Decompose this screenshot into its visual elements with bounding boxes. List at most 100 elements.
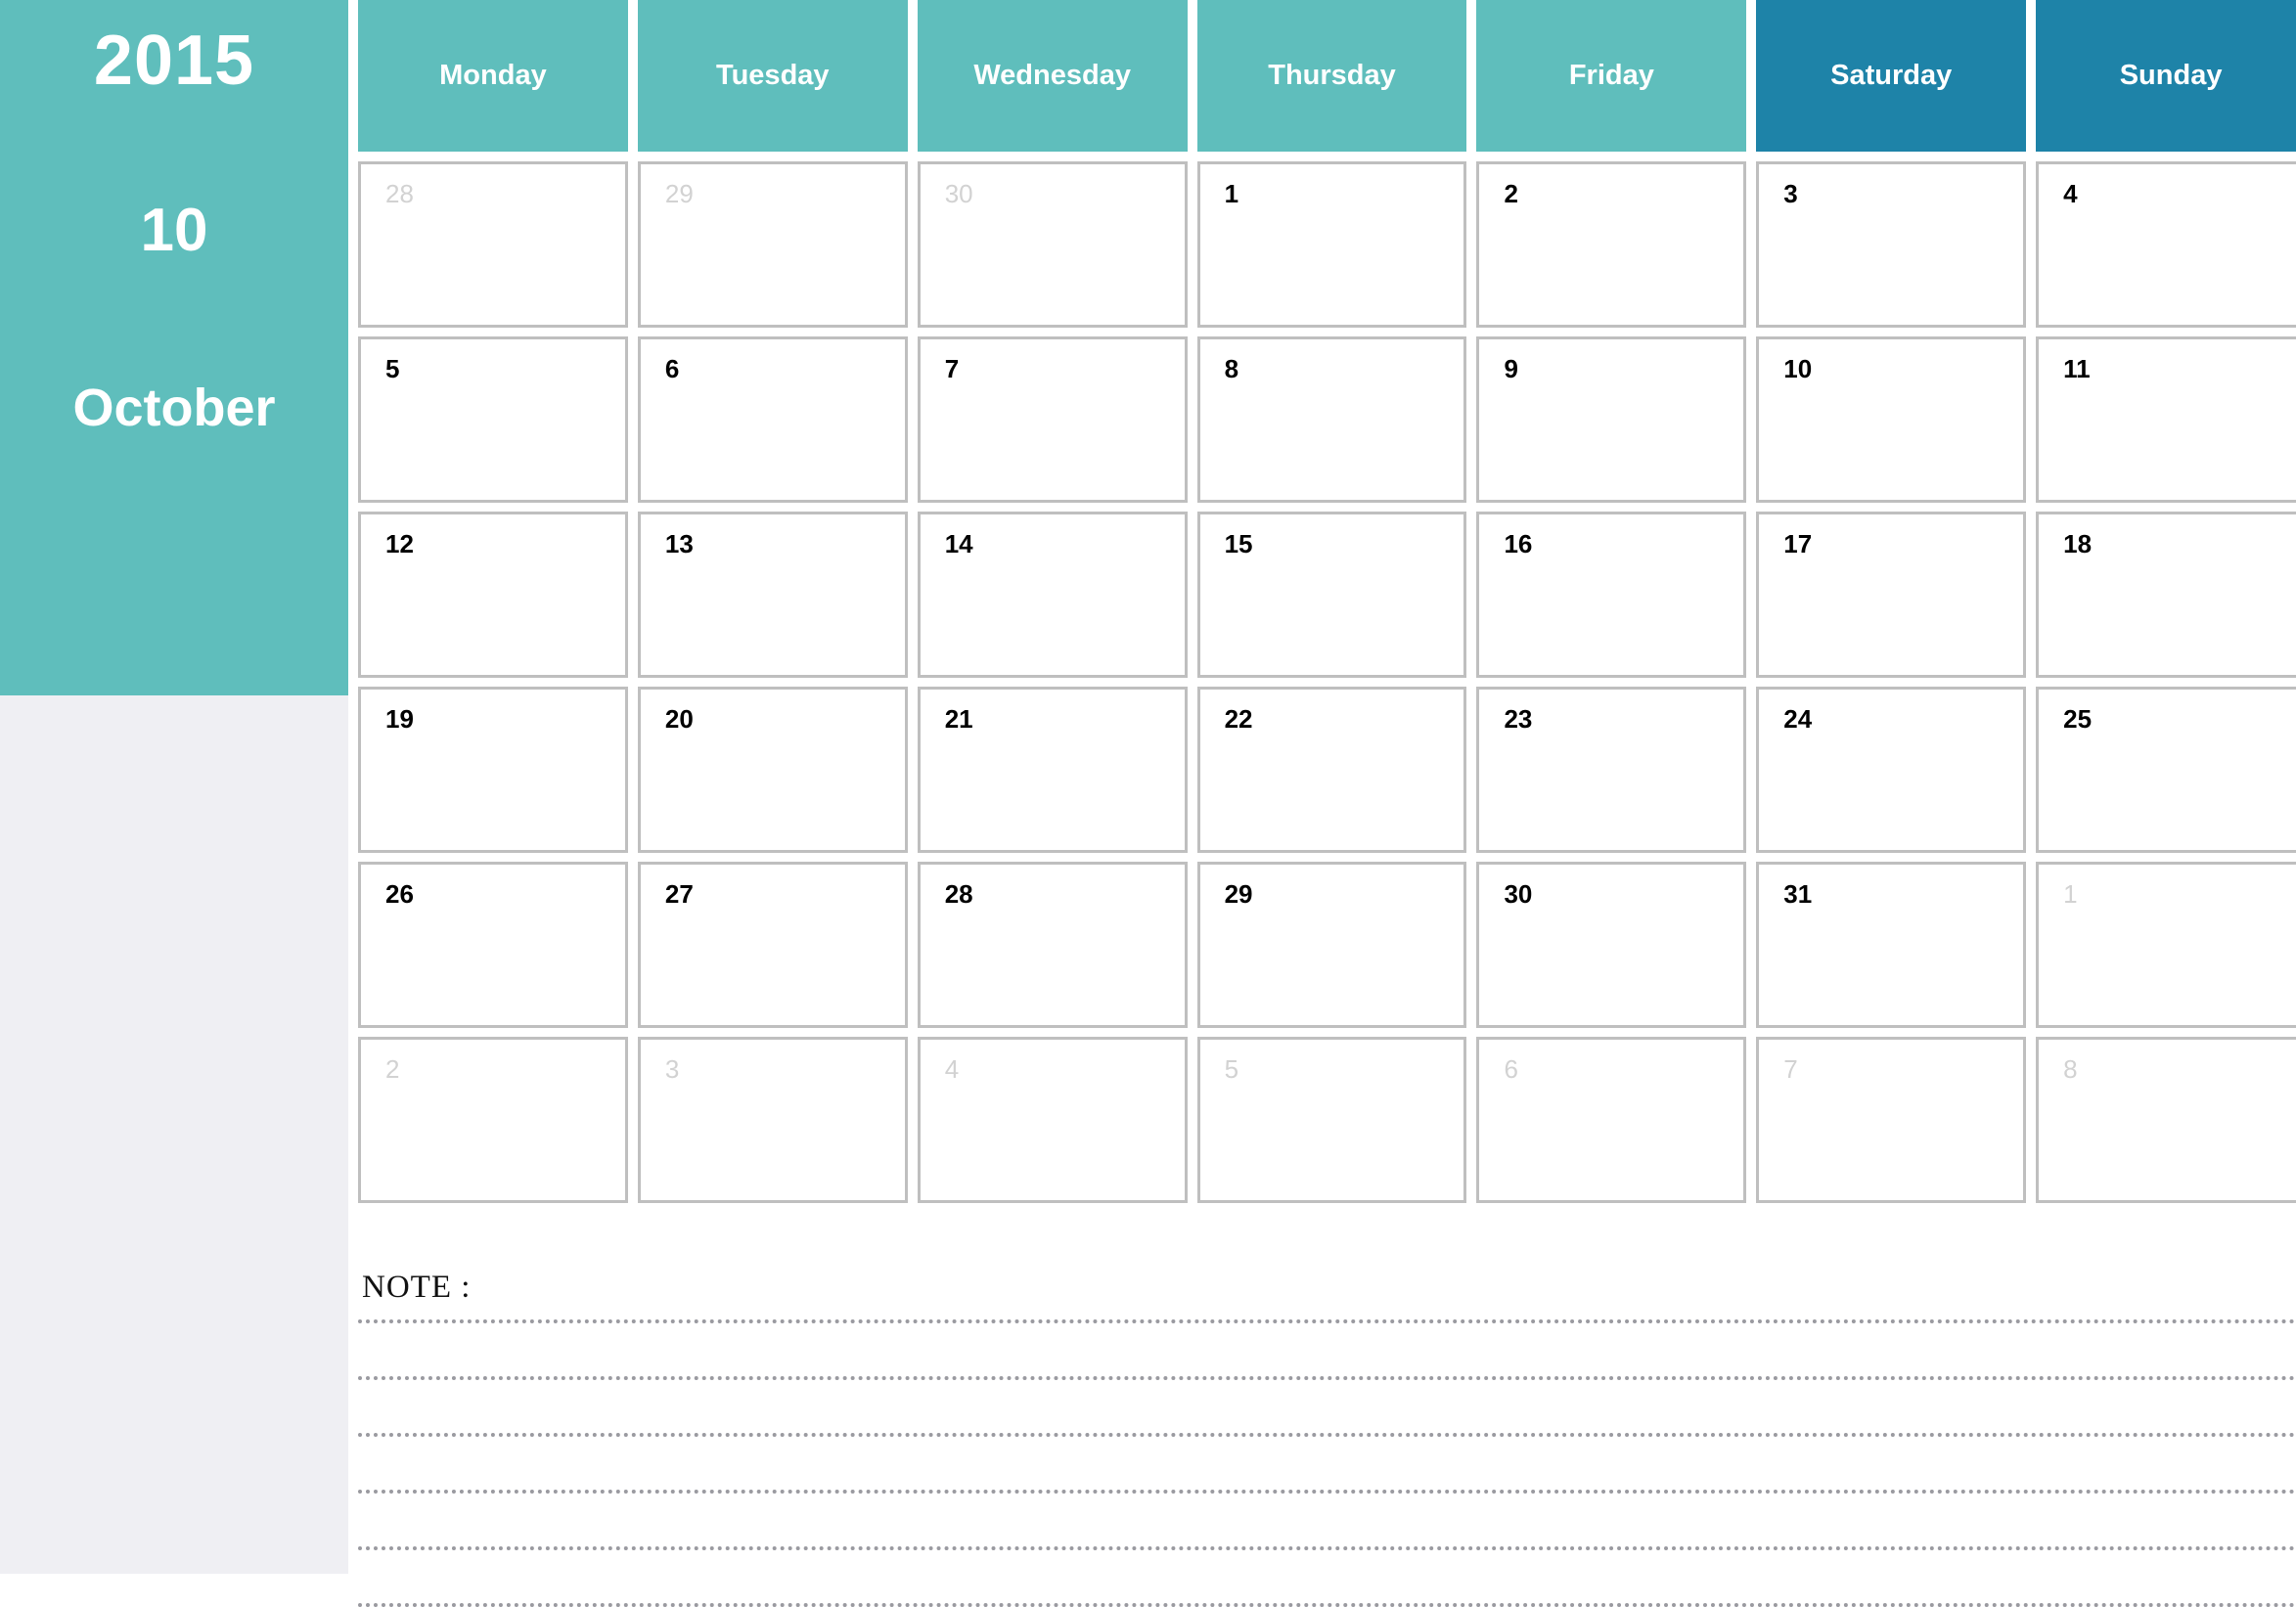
day-cell-outside-month[interactable]: 3 bbox=[637, 1037, 908, 1203]
day-cell[interactable]: 17 bbox=[1756, 512, 2027, 678]
day-number: 14 bbox=[944, 529, 973, 558]
day-number: 20 bbox=[664, 704, 694, 734]
day-cell-outside-month[interactable]: 1 bbox=[2036, 862, 2296, 1028]
day-cell[interactable]: 14 bbox=[917, 512, 1188, 678]
day-cell[interactable]: 23 bbox=[1476, 687, 1747, 853]
day-number: 30 bbox=[1504, 879, 1533, 909]
day-number: 29 bbox=[1224, 879, 1253, 909]
note-section: NOTE : bbox=[358, 1262, 2296, 1607]
day-cell[interactable]: 4 bbox=[2036, 161, 2296, 328]
calendar-grid: Monday Tuesday Wednesday Thursday Friday Satu… bbox=[358, 0, 2296, 1242]
day-number: 6 bbox=[1504, 1054, 1518, 1084]
week-row: 26 27 28 29 30 31 1 bbox=[358, 862, 2296, 1028]
note-line[interactable] bbox=[358, 1376, 2296, 1380]
weekday-header-tuesday: Tuesday bbox=[637, 0, 908, 152]
day-cell[interactable]: 2 bbox=[1476, 161, 1747, 328]
day-cell[interactable]: 29 bbox=[1196, 862, 1467, 1028]
day-number: 19 bbox=[385, 704, 414, 734]
day-cell[interactable]: 24 bbox=[1756, 687, 2027, 853]
day-number: 29 bbox=[664, 179, 694, 208]
day-number: 10 bbox=[1783, 354, 1813, 383]
day-number: 3 bbox=[1783, 179, 1798, 208]
day-cell[interactable]: 6 bbox=[637, 336, 908, 503]
week-row: 12 13 14 15 16 17 18 bbox=[358, 512, 2296, 678]
day-cell[interactable]: 20 bbox=[637, 687, 908, 853]
day-cell-outside-month[interactable]: 5 bbox=[1196, 1037, 1467, 1203]
day-number: 27 bbox=[664, 879, 694, 909]
day-number: 22 bbox=[1224, 704, 1253, 734]
note-line[interactable] bbox=[358, 1546, 2296, 1550]
day-cell-outside-month[interactable]: 28 bbox=[358, 161, 628, 328]
day-cell[interactable]: 15 bbox=[1196, 512, 1467, 678]
weekday-header-monday: Monday bbox=[358, 0, 628, 152]
day-cell[interactable]: 28 bbox=[917, 862, 1188, 1028]
day-cell[interactable]: 3 bbox=[1756, 161, 2027, 328]
month-number-label: 10 bbox=[140, 197, 208, 264]
day-number: 17 bbox=[1783, 529, 1813, 558]
note-line[interactable] bbox=[358, 1603, 2296, 1607]
calendar-weeks: 28 29 30 1 2 3 4 5 6 7 8 9 10 11 12 13 14 15 16 17 18 19 20 21 2… bbox=[358, 161, 2296, 1212]
weekday-header-wednesday: Wednesday bbox=[917, 0, 1188, 152]
day-cell[interactable]: 26 bbox=[358, 862, 628, 1028]
day-number: 1 bbox=[1224, 179, 1239, 208]
day-number: 16 bbox=[1504, 529, 1533, 558]
weekday-header-friday: Friday bbox=[1476, 0, 1747, 152]
day-number: 30 bbox=[944, 179, 973, 208]
day-number: 3 bbox=[664, 1054, 680, 1084]
day-cell[interactable]: 18 bbox=[2036, 512, 2296, 678]
day-number: 5 bbox=[385, 354, 400, 383]
day-cell[interactable]: 1 bbox=[1196, 161, 1467, 328]
weekday-header-sunday: Sunday bbox=[2036, 0, 2296, 152]
day-number: 31 bbox=[1783, 879, 1813, 909]
day-cell[interactable]: 25 bbox=[2036, 687, 2296, 853]
day-number: 1 bbox=[2063, 879, 2078, 909]
day-cell[interactable]: 7 bbox=[917, 336, 1188, 503]
day-number: 6 bbox=[664, 354, 680, 383]
calendar-sidebar: 2015 10 October bbox=[0, 0, 348, 695]
note-line[interactable] bbox=[358, 1319, 2296, 1323]
day-cell[interactable]: 12 bbox=[358, 512, 628, 678]
day-cell-outside-month[interactable]: 2 bbox=[358, 1037, 628, 1203]
day-cell[interactable]: 19 bbox=[358, 687, 628, 853]
day-number: 4 bbox=[944, 1054, 960, 1084]
day-number: 13 bbox=[664, 529, 694, 558]
day-cell[interactable]: 22 bbox=[1196, 687, 1467, 853]
note-line[interactable] bbox=[358, 1433, 2296, 1437]
note-line[interactable] bbox=[358, 1490, 2296, 1494]
day-number: 8 bbox=[1224, 354, 1239, 383]
day-cell[interactable]: 5 bbox=[358, 336, 628, 503]
day-cell[interactable]: 8 bbox=[1196, 336, 1467, 503]
day-number: 15 bbox=[1224, 529, 1253, 558]
day-cell[interactable]: 11 bbox=[2036, 336, 2296, 503]
week-row: 2 3 4 5 6 7 8 bbox=[358, 1037, 2296, 1203]
week-row: 28 29 30 1 2 3 4 bbox=[358, 161, 2296, 328]
day-cell[interactable]: 30 bbox=[1476, 862, 1747, 1028]
day-cell-outside-month[interactable]: 29 bbox=[637, 161, 908, 328]
day-cell-outside-month[interactable]: 4 bbox=[917, 1037, 1188, 1203]
day-number: 9 bbox=[1504, 354, 1518, 383]
day-cell[interactable]: 27 bbox=[637, 862, 908, 1028]
day-number: 8 bbox=[2063, 1054, 2078, 1084]
calendar-page: 2015 10 October Monday Tuesday Wednesday Th… bbox=[0, 0, 2296, 1607]
day-cell[interactable]: 21 bbox=[917, 687, 1188, 853]
day-number: 2 bbox=[1504, 179, 1518, 208]
day-cell[interactable]: 16 bbox=[1476, 512, 1747, 678]
day-cell[interactable]: 10 bbox=[1756, 336, 2027, 503]
day-number: 24 bbox=[1783, 704, 1813, 734]
day-number: 4 bbox=[2063, 179, 2078, 208]
day-cell[interactable]: 13 bbox=[637, 512, 908, 678]
day-cell[interactable]: 9 bbox=[1476, 336, 1747, 503]
day-cell-outside-month[interactable]: 7 bbox=[1756, 1037, 2027, 1203]
year-label: 2015 bbox=[93, 22, 255, 100]
day-number: 28 bbox=[944, 879, 973, 909]
day-cell-outside-month[interactable]: 6 bbox=[1476, 1037, 1747, 1203]
week-row: 19 20 21 22 23 24 25 bbox=[358, 687, 2296, 853]
day-cell-outside-month[interactable]: 8 bbox=[2036, 1037, 2296, 1203]
weekday-header-thursday: Thursday bbox=[1196, 0, 1467, 152]
day-number: 7 bbox=[1783, 1054, 1798, 1084]
day-cell[interactable]: 31 bbox=[1756, 862, 2027, 1028]
day-number: 26 bbox=[385, 879, 414, 909]
day-number: 18 bbox=[2063, 529, 2093, 558]
day-cell-outside-month[interactable]: 30 bbox=[917, 161, 1188, 328]
weekday-header-saturday: Saturday bbox=[1756, 0, 2027, 152]
